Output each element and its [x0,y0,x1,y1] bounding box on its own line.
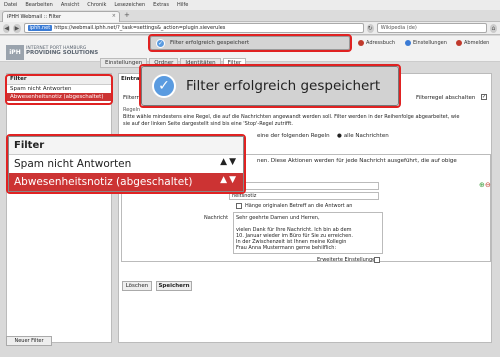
message-label: Nachricht [204,215,229,221]
url-host-badge: iphh.net [27,25,53,31]
menu-item[interactable]: Chronik [87,2,106,8]
header-link-label: Abmelden [464,40,490,46]
save-button[interactable]: Speichern [156,281,192,291]
reorder-arrows-icon[interactable]: ▲▼ [220,175,238,185]
header-link-logout[interactable]: Abmelden [456,40,489,46]
notification-zoom-text: Filter erfolgreich gespeichert [186,78,381,94]
reply-from-input[interactable] [229,182,379,190]
header-link-label: Adressbuch [366,40,395,46]
url-text: https://webmail.iphh.net/?_task=settings… [54,25,226,31]
filter-form: Eintrag Filtername Filterregel abschalte… [118,73,492,343]
match-all-radio[interactable]: ● alle Nachrichten [337,133,389,139]
subject-input[interactable]: heitsnotiz [229,192,379,200]
menu-item[interactable]: Lesezeichen [114,2,145,8]
menu-item[interactable]: Datei [4,2,17,8]
reload-icon[interactable]: ↻ [366,23,374,33]
header-link-addressbook[interactable]: Adressbuch [358,40,395,46]
new-filter-button[interactable]: Neuer Filter [6,336,52,346]
filter-sidebar: Filter Spam nicht Antworten Abwesenheits… [6,73,112,343]
settings-icon [405,40,411,46]
header-link-settings[interactable]: Einstellungen [405,40,447,46]
zoom-item-label: Abwesenheitsnotiz (abgeschaltet) [14,176,193,188]
menu-item[interactable]: Hilfe [177,2,188,8]
attach-subject-checkbox[interactable] [236,203,242,209]
home-icon[interactable]: ⌂ [489,23,497,33]
disable-filter-checkbox[interactable]: ✓ [481,94,487,100]
delete-button[interactable]: Löschen [122,281,152,291]
browser-tab-title: iPHH Webmail :: Filter [7,14,62,20]
menu-item[interactable]: Bearbeiten [25,2,52,8]
zoom-item-vacation[interactable]: Abwesenheitsnotiz (abgeschaltet) ▲▼ [9,173,243,191]
company-line2: PROVIDING SOLUTIONS [26,50,99,56]
remove-action-icon[interactable]: ⊖ [485,181,491,189]
menu-item[interactable]: Extras [153,2,169,8]
rules-description: Bitte wähle mindestens eine Regel, die a… [123,114,460,127]
zoom-item-spam[interactable]: Spam nicht Antworten ▲▼ [9,155,243,173]
search-input[interactable]: Wikipedia (de) [376,23,487,33]
disable-filter-label: Filterregel abschalten [416,95,476,101]
highlight-frame [5,74,113,105]
zoom-item-label: Spam nicht Antworten [14,158,132,170]
company-tagline: INTERNET PORT HAMBURG PROVIDING SOLUTION… [26,46,98,56]
match-any-label: eine der folgenden Regeln [257,133,330,139]
notification-zoom: ✓ Filter erfolgreich gespeichert [141,66,399,106]
browser-tab[interactable]: iPHH Webmail :: Filter × [2,11,120,22]
success-icon: ✓ [152,74,176,98]
message-line: Frau Anna Mustermann gerne behilflich: [236,245,337,251]
advanced-settings-label: Erweiterte Einstellungen [317,257,379,263]
forward-icon[interactable]: ▶ [13,23,21,33]
url-bar[interactable]: iphh.net https://webmail.iphh.net/?_task… [23,23,364,33]
highlight-frame [148,34,352,52]
match-all-label: alle Nachrichten [343,133,389,139]
message-textarea[interactable]: Sehr geehrte Damen und Herren, vielen Da… [233,212,383,254]
radio-selected-icon: ● [337,133,342,139]
browser-tabstrip: iPHH Webmail :: Filter × + [0,10,500,22]
attach-subject-label: Hänge originalen Betreff an die Antwort … [245,203,353,209]
zoom-heading: Filter [9,137,243,155]
back-icon[interactable]: ◀ [3,23,11,33]
addressbook-icon [358,40,364,46]
reorder-arrows-icon[interactable]: ▲▼ [220,157,238,167]
advanced-settings-checkbox[interactable] [374,257,380,263]
filter-list-zoom: Filter Spam nicht Antworten ▲▼ Abwesenhe… [8,136,244,192]
close-icon[interactable]: × [112,13,116,19]
browser-menubar: Datei Bearbeiten Ansicht Chronik Lesezeichen… [0,0,500,10]
add-action-icon[interactable]: ⊕ [479,181,485,189]
rules-heading: Regeln [123,107,141,113]
actions-description: nen. Diese Aktionen werden für jede Nach… [257,158,457,164]
company-logo: iPH [6,45,24,60]
search-placeholder: Wikipedia (de) [380,25,417,31]
new-tab-icon[interactable]: + [124,11,130,19]
header-link-label: Einstellungen [413,40,447,46]
menu-item[interactable]: Ansicht [61,2,79,8]
logout-icon [456,40,462,46]
